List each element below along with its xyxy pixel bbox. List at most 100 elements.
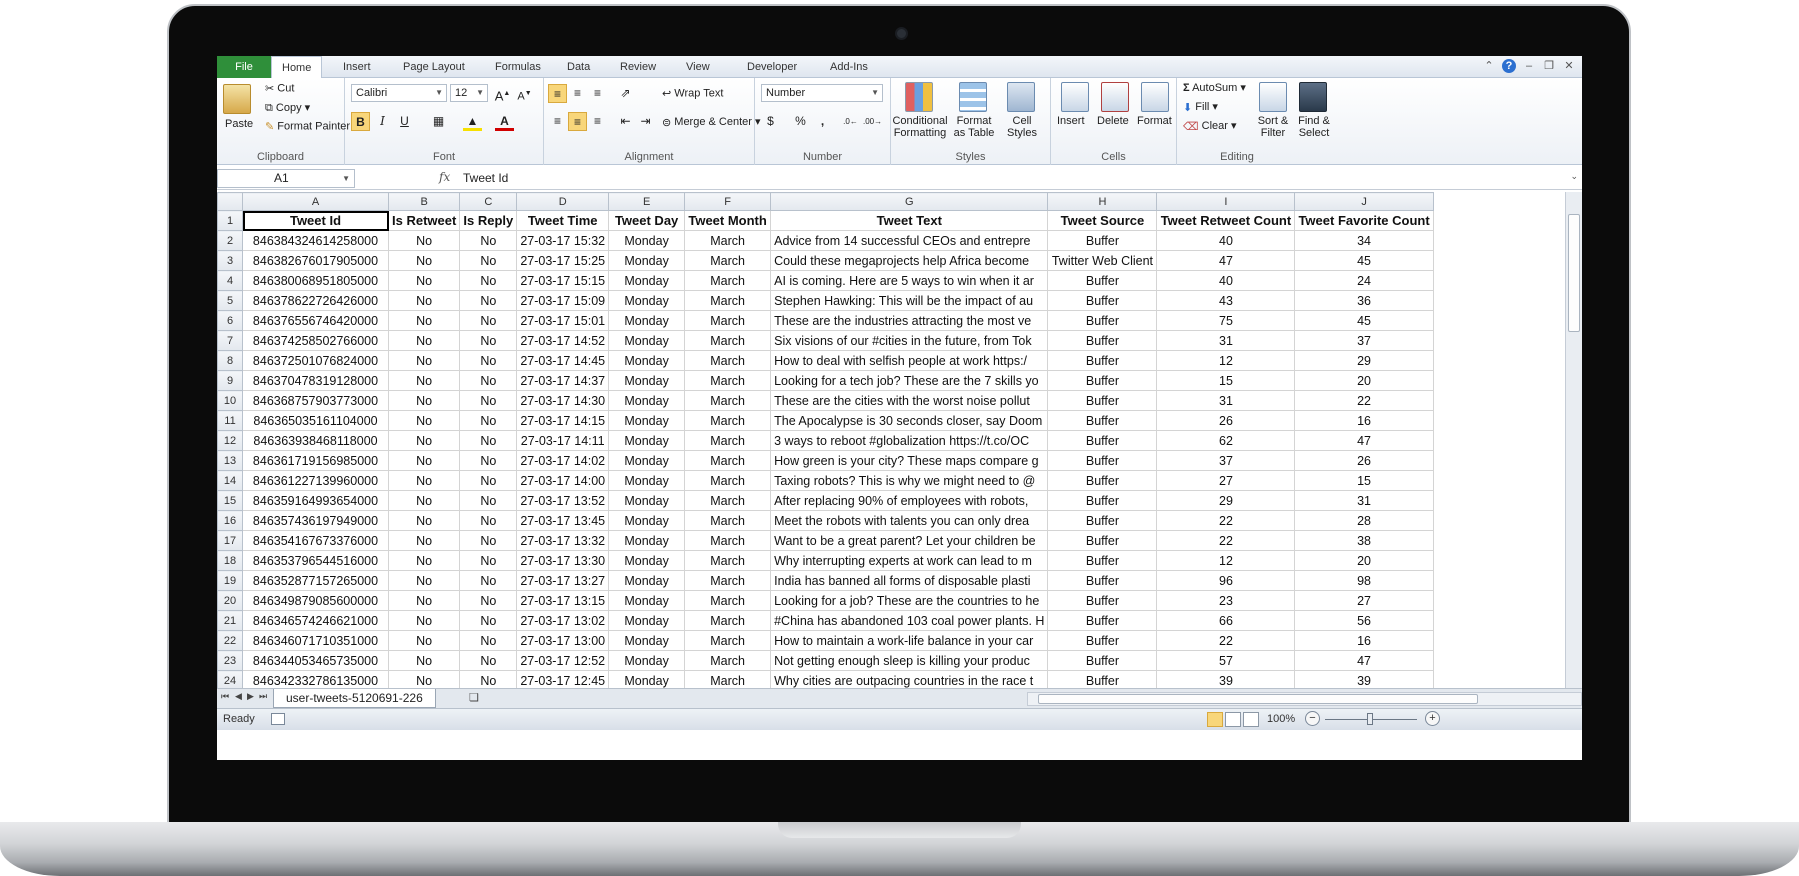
cell[interactable]: Advice from 14 successful CEOs and entre… <box>770 230 1049 251</box>
cell[interactable]: March <box>684 250 772 271</box>
cell[interactable]: 62 <box>1156 430 1296 451</box>
shrink-font-button[interactable]: A▼ <box>515 84 534 103</box>
cell[interactable]: 98 <box>1294 570 1434 591</box>
cell[interactable]: 846365035161104000 <box>242 410 389 431</box>
merge-center-button[interactable]: ⊜ Merge & Center ▾ <box>662 115 761 129</box>
cell[interactable]: Monday <box>608 590 686 611</box>
cell[interactable]: 846368757903773000 <box>242 390 389 411</box>
header-cell[interactable]: Tweet Text <box>770 210 1049 231</box>
row-header[interactable]: 1 <box>217 210 243 231</box>
cell[interactable]: Buffer <box>1047 270 1158 291</box>
sort-filter-icon[interactable] <box>1259 82 1287 112</box>
cell[interactable]: Not getting enough sleep is killing your… <box>770 650 1049 671</box>
cell[interactable]: Monday <box>608 270 686 291</box>
cell[interactable]: No <box>387 250 461 271</box>
zoom-out-button[interactable]: − <box>1305 711 1320 726</box>
ribbon-collapse-icon[interactable]: ⌃ <box>1482 59 1496 73</box>
row-header[interactable]: 17 <box>217 530 243 551</box>
cell[interactable]: No <box>387 550 461 571</box>
prev-sheet-icon[interactable]: ◀ <box>235 691 242 702</box>
cell[interactable]: No <box>387 450 461 471</box>
cell[interactable]: Why cities are outpacing countries in th… <box>770 670 1049 688</box>
cell[interactable]: 846378622726426000 <box>242 290 389 311</box>
cell[interactable]: 27 <box>1156 470 1296 491</box>
cell[interactable]: 96 <box>1156 570 1296 591</box>
cell[interactable]: No <box>387 490 461 511</box>
cell[interactable]: Buffer <box>1047 510 1158 531</box>
cell[interactable]: No <box>387 390 461 411</box>
formula-input[interactable]: Tweet Id <box>463 171 508 185</box>
cell[interactable]: March <box>684 390 772 411</box>
cell[interactable]: 27-03-17 12:45 <box>516 670 610 688</box>
row-header[interactable]: 22 <box>217 630 243 651</box>
cell[interactable]: No <box>459 570 518 591</box>
align-left-icon[interactable]: ≡ <box>548 112 567 131</box>
cell[interactable]: Buffer <box>1047 570 1158 591</box>
cell[interactable]: Buffer <box>1047 590 1158 611</box>
cell[interactable]: 846352877157265000 <box>242 570 389 591</box>
cell[interactable]: No <box>387 350 461 371</box>
minimize-icon[interactable]: – <box>1522 59 1536 73</box>
cell[interactable]: Monday <box>608 610 686 631</box>
help-icon[interactable]: ? <box>1502 59 1516 73</box>
row-header[interactable]: 15 <box>217 490 243 511</box>
tab-insert[interactable]: Insert <box>333 56 381 78</box>
cell[interactable]: 28 <box>1294 510 1434 531</box>
grow-font-button[interactable]: A▲ <box>493 84 512 103</box>
cell[interactable]: Buffer <box>1047 310 1158 331</box>
cell[interactable]: 27-03-17 15:25 <box>516 250 610 271</box>
cell[interactable]: No <box>459 450 518 471</box>
cell[interactable]: No <box>459 490 518 511</box>
cell[interactable]: 27-03-17 13:00 <box>516 630 610 651</box>
sort-filter-button[interactable]: Sort & Filter <box>1253 115 1293 139</box>
cell[interactable]: 15 <box>1156 370 1296 391</box>
align-top-icon[interactable]: ≡ <box>548 84 567 103</box>
bold-button[interactable]: B <box>351 112 370 131</box>
cell[interactable]: March <box>684 310 772 331</box>
vertical-scroll-thumb[interactable] <box>1568 214 1580 332</box>
column-header[interactable]: G <box>770 192 1049 211</box>
cell[interactable]: 846374258502766000 <box>242 330 389 351</box>
cell[interactable]: Monday <box>608 350 686 371</box>
cell[interactable]: 27-03-17 14:02 <box>516 450 610 471</box>
cell[interactable]: No <box>387 610 461 631</box>
insert-function-icon[interactable]: fx <box>439 170 450 184</box>
cell[interactable]: Why interrupting experts at work can lea… <box>770 550 1049 571</box>
cell[interactable]: #China has abandoned 103 coal power plan… <box>770 610 1049 631</box>
cell[interactable]: No <box>459 530 518 551</box>
cell[interactable]: No <box>387 470 461 491</box>
cell[interactable]: After replacing 90% of employees with ro… <box>770 490 1049 511</box>
cell[interactable]: 56 <box>1294 610 1434 631</box>
cell[interactable]: Monday <box>608 430 686 451</box>
horizontal-scroll-thumb[interactable] <box>1038 694 1478 704</box>
cell[interactable]: Want to be a great parent? Let your chil… <box>770 530 1049 551</box>
number-format-select[interactable]: Number ▼ <box>761 84 883 102</box>
cell[interactable]: March <box>684 410 772 431</box>
cell[interactable]: March <box>684 530 772 551</box>
cell[interactable]: Buffer <box>1047 350 1158 371</box>
cell[interactable]: March <box>684 670 772 688</box>
insert-cells-button[interactable]: Insert <box>1057 115 1085 127</box>
cell[interactable]: March <box>684 570 772 591</box>
name-box[interactable]: A1 ▼ <box>217 169 355 188</box>
format-cells-button[interactable]: Format <box>1137 115 1172 127</box>
cell[interactable]: Buffer <box>1047 610 1158 631</box>
expand-formula-bar-icon[interactable]: ⌄ <box>1570 171 1578 182</box>
cell[interactable]: No <box>459 630 518 651</box>
row-header[interactable]: 7 <box>217 330 243 351</box>
cell[interactable]: No <box>387 530 461 551</box>
cell[interactable]: Twitter Web Client <box>1047 250 1158 271</box>
cell[interactable]: Monday <box>608 250 686 271</box>
normal-view-icon[interactable] <box>1207 712 1223 727</box>
cell[interactable]: 22 <box>1156 510 1296 531</box>
format-as-table-button[interactable]: Format as Table <box>951 115 997 139</box>
cell[interactable]: 24 <box>1294 270 1434 291</box>
cell[interactable]: 22 <box>1294 390 1434 411</box>
column-header[interactable]: F <box>684 192 772 211</box>
row-header[interactable]: 19 <box>217 570 243 591</box>
underline-button[interactable]: U <box>395 112 414 131</box>
increase-indent-icon[interactable]: ⇥ <box>636 112 655 131</box>
row-header[interactable]: 24 <box>217 670 243 688</box>
cell[interactable]: 16 <box>1294 410 1434 431</box>
cell[interactable]: No <box>387 270 461 291</box>
